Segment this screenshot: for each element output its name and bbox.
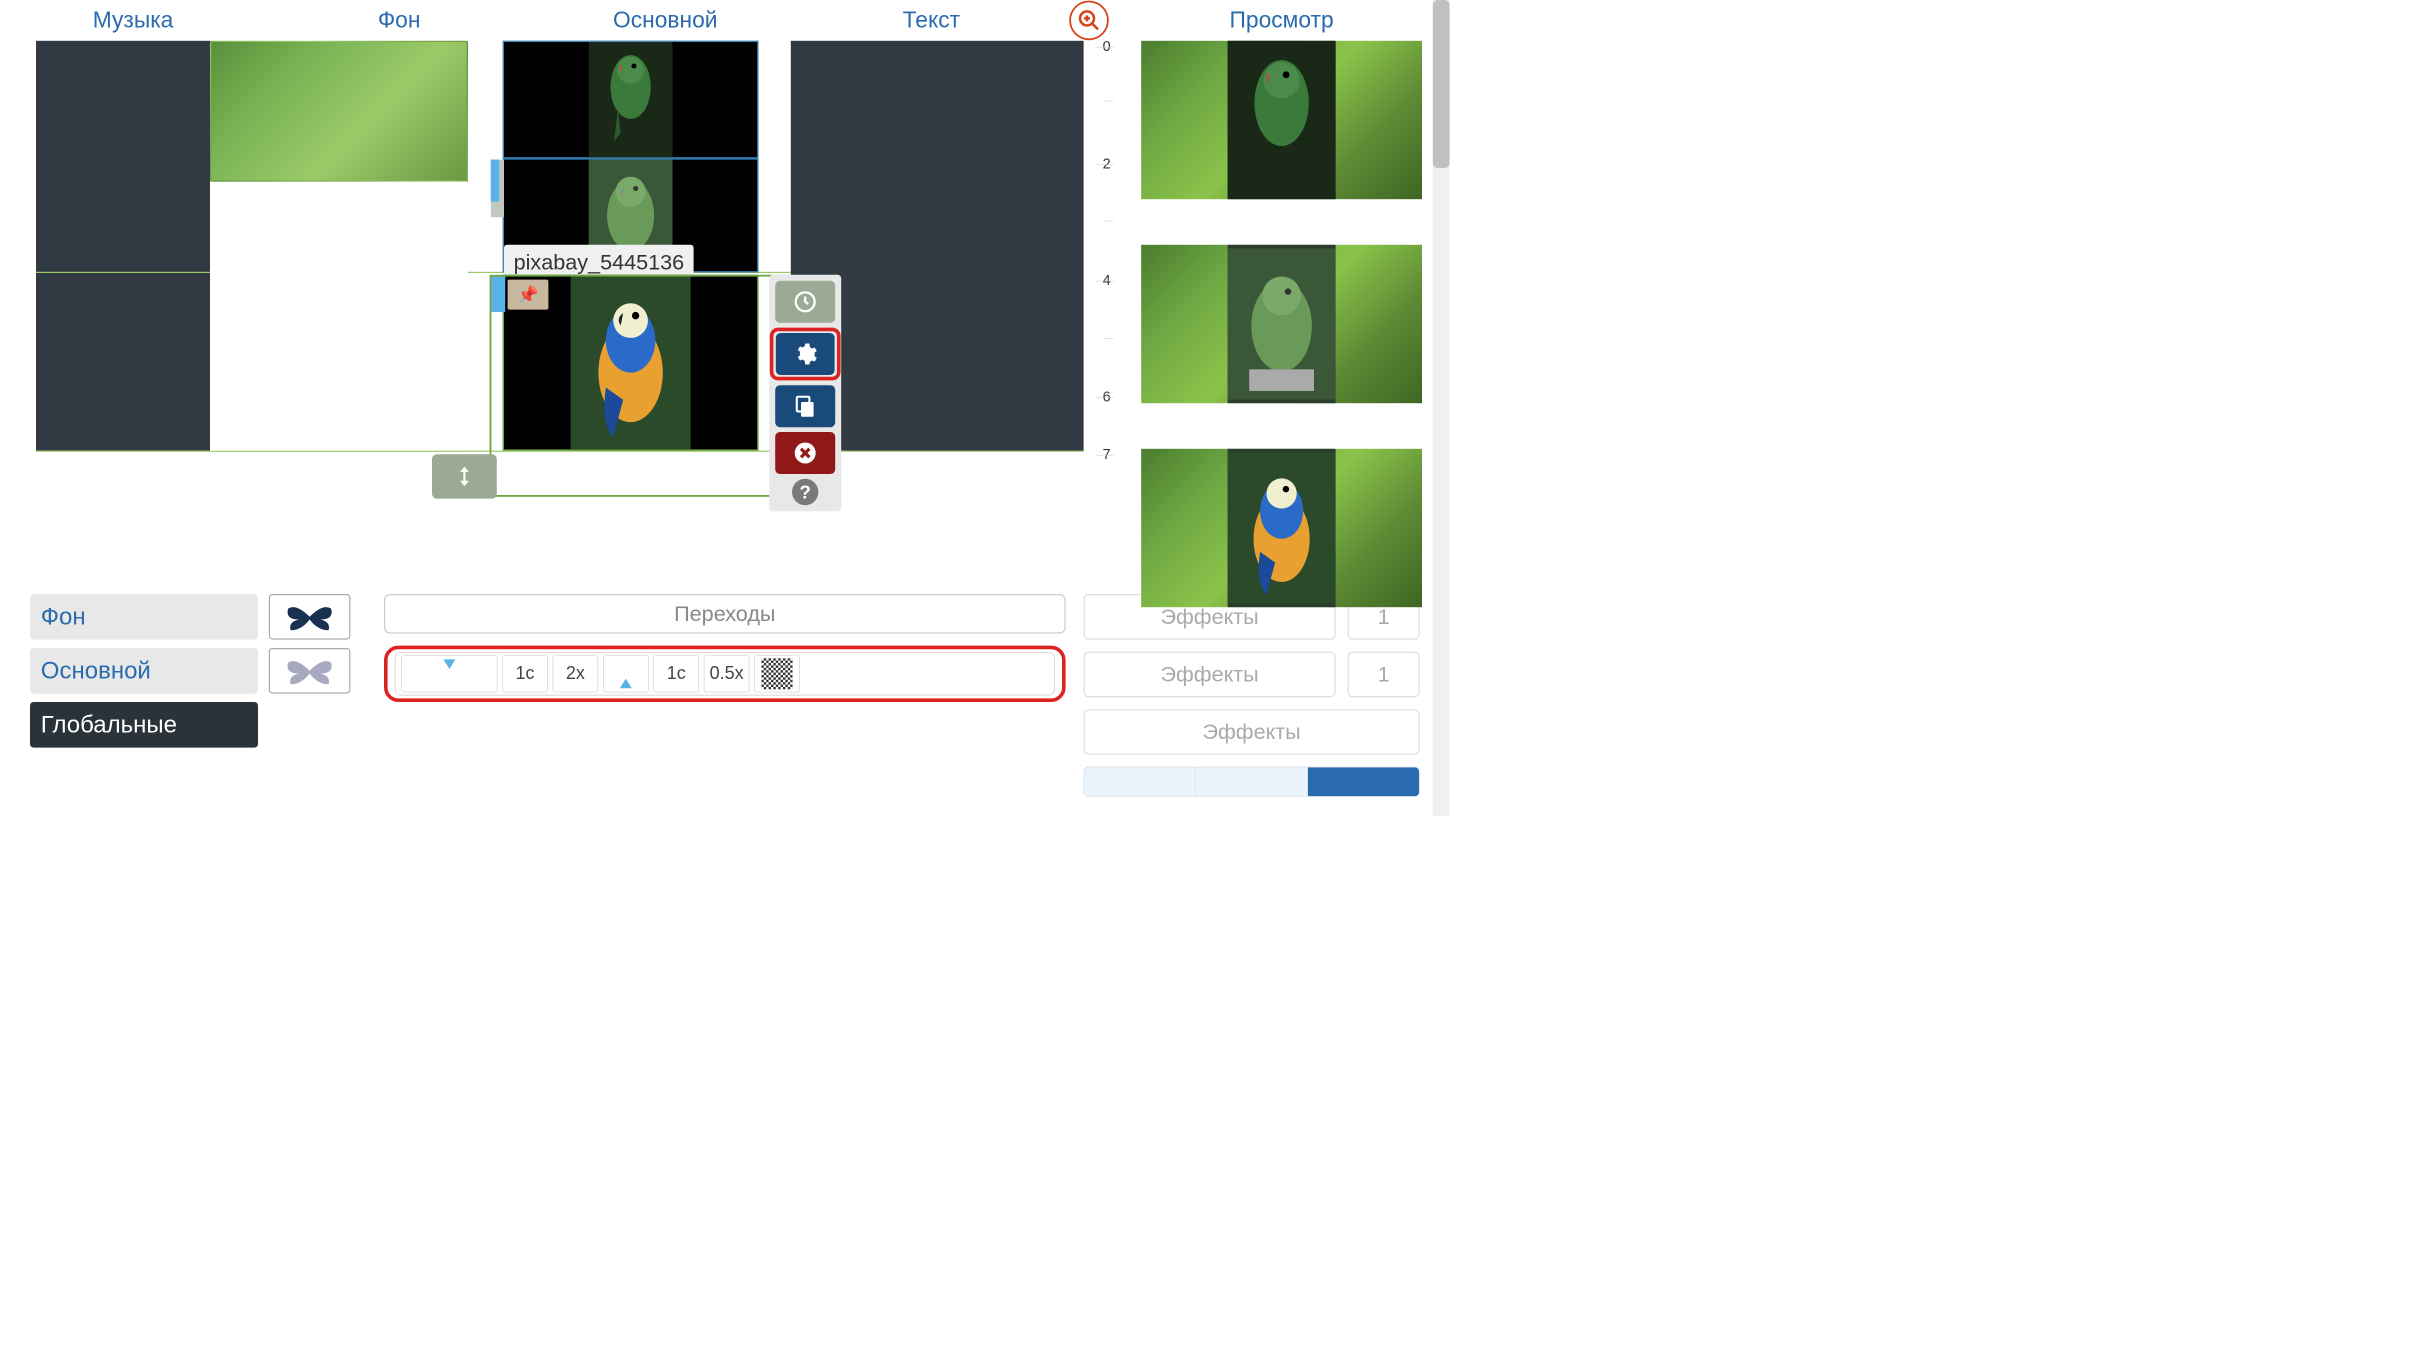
parrot-icon	[1228, 41, 1336, 199]
transitions-highlight: 1с 2x 1с 0.5x	[384, 646, 1066, 702]
layer-global[interactable]: Глобальные	[30, 702, 258, 748]
main-clip-1[interactable]	[503, 41, 759, 159]
timeline[interactable]: pixabay_5445136 📌	[0, 41, 1084, 587]
tab-music[interactable]: Музыка	[0, 8, 266, 34]
scrollbar-thumb[interactable]	[1433, 0, 1450, 168]
transition-out-speed[interactable]: 0.5x	[704, 655, 750, 692]
effects-segmented[interactable]	[1084, 767, 1420, 797]
zoom-in-button[interactable]	[1069, 1, 1109, 41]
preview-panel	[1114, 41, 1450, 587]
seg-1[interactable]	[1084, 767, 1196, 796]
tab-text[interactable]: Текст	[798, 8, 1064, 34]
background-clip[interactable]	[210, 41, 468, 182]
clock-icon	[793, 289, 818, 314]
clip-duration-button[interactable]	[775, 281, 835, 323]
tab-background[interactable]: Фон	[266, 8, 532, 34]
svg-text:?: ?	[799, 482, 811, 503]
tab-preview[interactable]: Просмотр	[1114, 8, 1450, 34]
layer-background[interactable]: Фон	[30, 594, 258, 640]
effects-main-button[interactable]: Эффекты	[1084, 652, 1336, 698]
transition-out-type[interactable]	[603, 655, 649, 692]
clip-settings-highlight	[770, 328, 841, 381]
parrot-icon	[1228, 245, 1336, 403]
music-lane[interactable]	[36, 41, 210, 451]
transition-pattern[interactable]	[754, 655, 800, 692]
transitions-button[interactable]: Переходы	[384, 594, 1066, 634]
layers-panel: Фон Основной Глобальные	[30, 594, 366, 797]
transition-out-time[interactable]: 1с	[653, 655, 699, 692]
close-circle-icon	[793, 440, 818, 465]
layer-bg-thumb[interactable]	[269, 594, 351, 640]
layer-main[interactable]: Основной	[30, 648, 258, 694]
effects-main-count[interactable]: 1	[1348, 652, 1420, 698]
gear-icon	[793, 341, 818, 366]
butterfly-icon	[283, 599, 337, 635]
effects-panel: Эффекты 1 Эффекты 1 Эффекты	[1084, 594, 1420, 797]
parrot-icon	[1228, 449, 1336, 607]
transition-in-speed[interactable]: 2x	[553, 655, 599, 692]
clip-delete-button[interactable]	[775, 432, 835, 474]
clip-handle[interactable]	[491, 160, 504, 218]
question-icon: ?	[793, 479, 818, 504]
butterfly-icon	[283, 653, 337, 689]
clip-action-toolbar: ?	[769, 275, 841, 511]
seg-2[interactable]	[1196, 767, 1308, 796]
clip-copy-button[interactable]	[775, 385, 835, 427]
timeline-resize-handle[interactable]	[432, 454, 497, 498]
magnify-plus-icon	[1077, 8, 1101, 32]
copy-icon	[793, 394, 818, 419]
tab-main[interactable]: Основной	[532, 8, 798, 34]
layer-main-thumb[interactable]	[269, 648, 351, 694]
resize-vertical-icon	[451, 463, 477, 489]
preview-thumb-2[interactable]	[1141, 245, 1422, 403]
preview-thumb-3[interactable]	[1141, 449, 1422, 607]
time-ruler: 0 2 4 6 7	[1084, 41, 1114, 587]
background-lane-empty[interactable]	[210, 182, 468, 451]
effects-global-button[interactable]: Эффекты	[1084, 709, 1420, 755]
clip-help-button[interactable]: ?	[792, 479, 818, 505]
transitions-panel: Переходы 1с 2x 1с 0.5x	[378, 594, 1072, 797]
parrot-thumb-icon	[589, 42, 673, 157]
transition-in-time[interactable]: 1с	[502, 655, 548, 692]
seg-3[interactable]	[1308, 767, 1419, 796]
selection-outline	[490, 275, 812, 497]
scrollbar[interactable]	[1433, 0, 1450, 816]
clip-settings-button[interactable]	[776, 333, 835, 375]
preview-thumb-1[interactable]	[1141, 41, 1422, 199]
pattern-icon	[761, 658, 792, 689]
transition-in-type[interactable]	[401, 655, 497, 692]
